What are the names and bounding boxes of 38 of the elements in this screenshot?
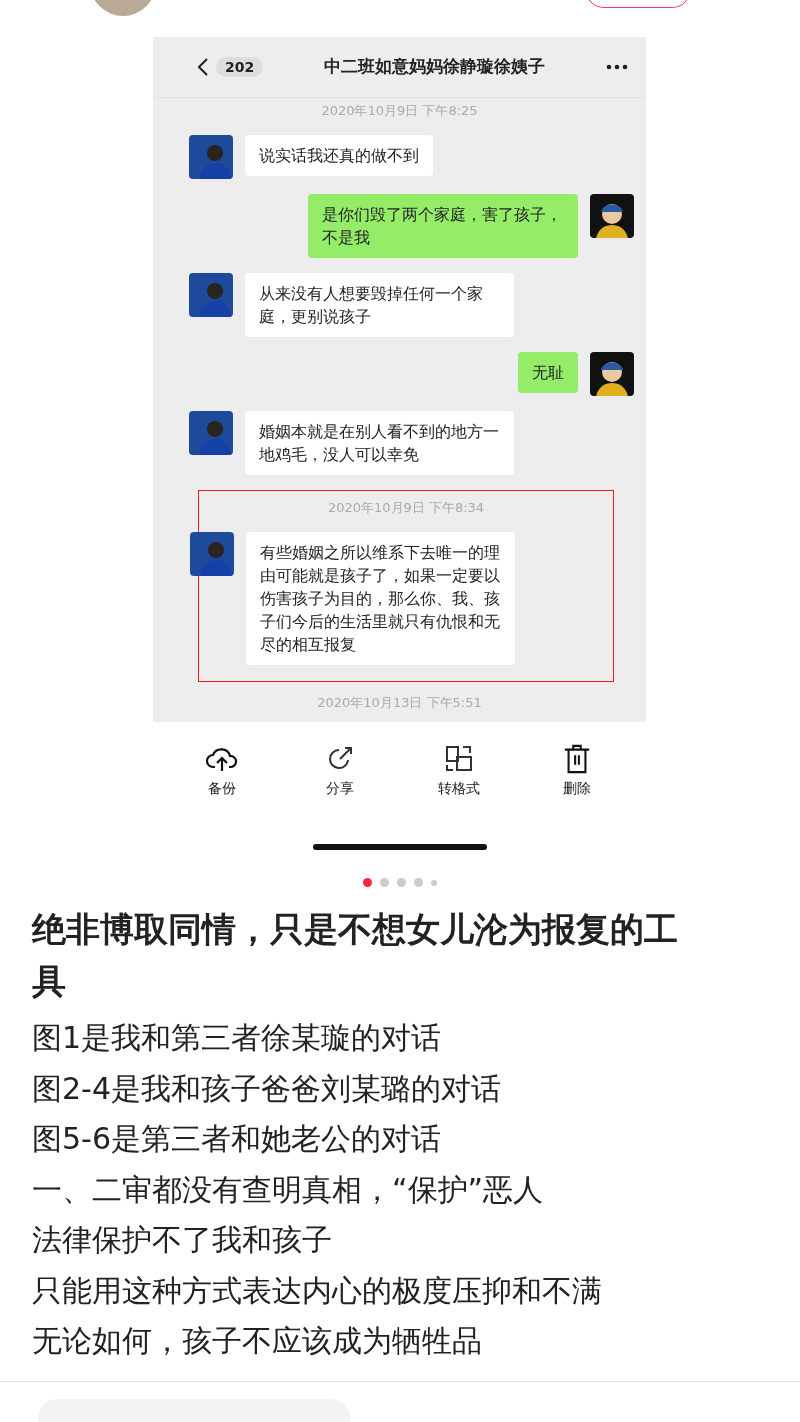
message-bubble: 说实话我还真的做不到 [245, 135, 433, 176]
timestamp: 2020年10月9日 下午8:34 [326, 499, 486, 517]
more-icon[interactable] [606, 64, 628, 70]
avatar [190, 532, 234, 576]
convert-icon [444, 744, 473, 774]
back-icon[interactable] [198, 58, 208, 76]
page-dot[interactable] [380, 878, 389, 887]
message-bubble: 婚姻本就是在别人看不到的地方一地鸡毛，没人可以幸免 [245, 411, 514, 475]
trash-icon [562, 744, 591, 774]
page-dot[interactable] [363, 878, 372, 887]
post-text: 图5-6是第三者和她老公的对话 [32, 1120, 442, 1158]
page-dot[interactable] [397, 878, 406, 887]
action-button[interactable]: 转格式 [423, 744, 494, 798]
unread-count: 202 [216, 57, 264, 77]
post-title: 绝非博取同情，只是不想女儿沦为报复的工具 [32, 908, 679, 1003]
post-text: 一、二审都没有查明真相，“保护”恶人 [32, 1170, 545, 1209]
action-button[interactable]: 删除 [541, 744, 612, 798]
post-text: 只能用这种方式表达内心的极度压抑和不满 [32, 1271, 603, 1310]
message-bubble: 有些婚姻之所以维系下去唯一的理由可能就是孩子了，如果一定要以伤害孩子为目的，那么你、我、孩子们今后的生活里就只有仇恨和无尽的相互报复 [246, 532, 515, 665]
post-text: 无论如何，孩子不应该成为牺牲品 [32, 1322, 483, 1360]
post-text: 法律保护不了我和孩子 [32, 1221, 333, 1259]
message-bubble: 无耻 [518, 352, 578, 393]
action-button[interactable]: 备份 [187, 744, 258, 798]
avatar [189, 135, 233, 179]
message-bubble: 是你们毁了两个家庭，害了孩子，不是我 [308, 194, 578, 258]
timestamp: 2020年10月13日 下午5:51 [316, 694, 483, 712]
message-bubble: 从来没有人想要毁掉任何一个家庭，更别说孩子 [245, 273, 514, 337]
chat-title: 中二班如意妈妈徐静璇徐姨子 [323, 56, 547, 78]
post-text: 图1是我和第三者徐某璇的对话 [32, 1019, 443, 1057]
action-button[interactable]: 分享 [305, 744, 376, 798]
timestamp: 2020年10月9日 下午8:25 [320, 102, 479, 120]
avatar [590, 352, 634, 396]
avatar [189, 273, 233, 317]
page-dot[interactable] [414, 878, 423, 887]
post-text: 图2-4是我和孩子爸爸刘某璐的对话 [32, 1069, 502, 1108]
avatar [590, 194, 634, 238]
avatar [189, 411, 233, 455]
page-dot[interactable] [431, 879, 437, 886]
